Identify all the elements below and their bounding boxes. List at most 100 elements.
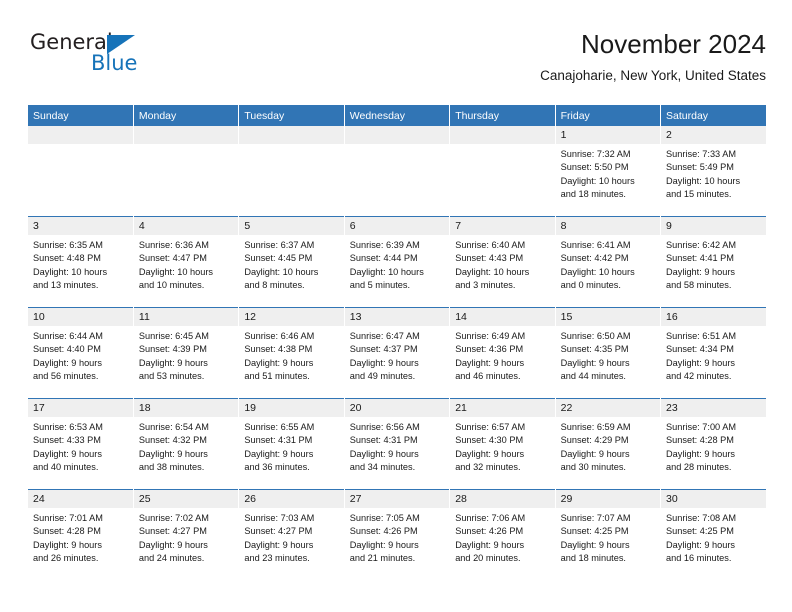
sunrise-text: Sunrise: 6:47 AM — [349, 331, 420, 341]
sunrise-text: Sunrise: 7:05 AM — [349, 513, 420, 523]
daylight-text-line1: Daylight: 9 hours — [666, 539, 735, 550]
month-calendar-table: Sunday Monday Tuesday Wednesday Thursday Frid… — [28, 105, 766, 580]
day-number: 17 — [28, 399, 133, 417]
daylight-text-line1: Daylight: 9 hours — [33, 539, 102, 550]
daylight-text-line2: and 3 minutes. — [455, 280, 516, 291]
day-number: 29 — [555, 490, 661, 508]
sunset-text: Sunset: 4:31 PM — [349, 435, 418, 446]
day-details: Sunrise: 6:35 AM Sunset: 4:48 PM Daylight:… — [28, 235, 133, 293]
daylight-text-line2: and 23 minutes. — [244, 553, 310, 564]
sunrise-text: Sunrise: 6:50 AM — [560, 331, 631, 341]
day-details: Sunrise: 6:45 AM Sunset: 4:39 PM Daylight:… — [134, 326, 238, 384]
calendar-day-cell[interactable]: 3 Sunrise: 6:35 AM Sunset: 4:48 PM Daylight… — [28, 216, 134, 308]
day-details: Sunrise: 6:50 AM Sunset: 4:35 PM Daylight:… — [556, 326, 660, 384]
calendar-day-cell[interactable]: 7 Sunrise: 6:40 AM Sunset: 4:43 PM Daylight… — [449, 216, 556, 308]
sunset-text: Sunset: 4:26 PM — [349, 526, 418, 537]
day-number — [133, 126, 239, 144]
day-details: Sunrise: 6:46 AM Sunset: 4:38 PM Daylight:… — [239, 326, 343, 384]
day-details: Sunrise: 7:02 AM Sunset: 4:27 PM Daylight:… — [134, 508, 238, 566]
day-number: 24 — [28, 490, 133, 508]
sunrise-text: Sunrise: 6:45 AM — [138, 331, 209, 341]
sunset-text: Sunset: 4:29 PM — [560, 435, 629, 446]
calendar-day-cell[interactable]: 26 Sunrise: 7:03 AM Sunset: 4:27 PM Dayligh… — [238, 489, 345, 580]
sunset-text: Sunset: 4:41 PM — [666, 253, 734, 264]
day-details: Sunrise: 6:55 AM Sunset: 4:31 PM Daylight:… — [239, 417, 343, 475]
calendar-day-cell[interactable]: 18 Sunrise: 6:54 AM Sunset: 4:32 PM Dayligh… — [133, 398, 240, 490]
sunrise-text: Sunrise: 6:41 AM — [560, 240, 631, 250]
calendar-day-cell[interactable]: 13 Sunrise: 6:47 AM Sunset: 4:37 PM Dayligh… — [344, 307, 451, 399]
calendar-week-row: 17 Sunrise: 6:53 AM Sunset: 4:33 PM Dayligh… — [28, 398, 766, 490]
calendar-day-cell[interactable]: 16 Sunrise: 6:51 AM Sunset: 4:34 PM Dayligh… — [660, 307, 766, 399]
day-details: Sunrise: 6:57 AM Sunset: 4:30 PM Daylight:… — [450, 417, 554, 475]
daylight-text-line1: Daylight: 9 hours — [138, 539, 208, 550]
weekday-header-sunday: Sunday — [28, 105, 134, 126]
calendar-day-cell[interactable]: 4 Sunrise: 6:36 AM Sunset: 4:47 PM Daylight… — [133, 216, 240, 308]
sunset-text: Sunset: 4:32 PM — [138, 435, 207, 446]
calendar-day-cell[interactable]: 23 Sunrise: 7:00 AM Sunset: 4:28 PM Dayligh… — [660, 398, 766, 490]
sunset-text: Sunset: 4:31 PM — [244, 435, 313, 446]
daylight-text-line2: and 16 minutes. — [666, 553, 732, 564]
calendar-day-cell[interactable]: 15 Sunrise: 6:50 AM Sunset: 4:35 PM Dayligh… — [555, 307, 662, 399]
calendar-day-cell[interactable]: 27 Sunrise: 7:05 AM Sunset: 4:26 PM Dayligh… — [344, 489, 451, 580]
sunrise-text: Sunrise: 7:08 AM — [666, 513, 736, 523]
day-number: 4 — [133, 217, 239, 235]
day-number: 25 — [133, 490, 239, 508]
calendar-day-cell[interactable]: 6 Sunrise: 6:39 AM Sunset: 4:44 PM Daylight… — [344, 216, 451, 308]
daylight-text-line2: and 46 minutes. — [455, 371, 521, 382]
daylight-text-line2: and 32 minutes. — [455, 462, 521, 473]
calendar-week-row: 24 Sunrise: 7:01 AM Sunset: 4:28 PM Dayligh… — [28, 489, 766, 580]
calendar-day-cell[interactable]: 29 Sunrise: 7:07 AM Sunset: 4:25 PM Dayligh… — [555, 489, 662, 580]
daylight-text-line1: Daylight: 9 hours — [560, 448, 630, 459]
daylight-text-line1: Daylight: 9 hours — [560, 357, 630, 368]
day-number: 30 — [661, 490, 766, 508]
sunset-text: Sunset: 4:28 PM — [33, 526, 101, 537]
calendar-day-cell[interactable]: 24 Sunrise: 7:01 AM Sunset: 4:28 PM Dayligh… — [28, 489, 134, 580]
calendar-day-cell[interactable]: 20 Sunrise: 6:56 AM Sunset: 4:31 PM Dayligh… — [344, 398, 451, 490]
daylight-text-line1: Daylight: 9 hours — [349, 448, 419, 459]
weekday-header-tuesday: Tuesday — [238, 105, 345, 126]
day-number — [239, 126, 344, 144]
daylight-text-line2: and 28 minutes. — [666, 462, 732, 473]
day-number: 15 — [555, 308, 661, 326]
daylight-text-line1: Daylight: 9 hours — [455, 539, 525, 550]
daylight-text-line2: and 5 minutes. — [349, 280, 411, 291]
daylight-text-line2: and 42 minutes. — [666, 371, 732, 382]
calendar-day-cell[interactable]: 5 Sunrise: 6:37 AM Sunset: 4:45 PM Daylight… — [238, 216, 345, 308]
daylight-text-line2: and 58 minutes. — [666, 280, 732, 291]
calendar-day-cell[interactable]: 28 Sunrise: 7:06 AM Sunset: 4:26 PM Dayligh… — [449, 489, 556, 580]
day-number: 9 — [661, 217, 766, 235]
calendar-day-cell[interactable]: 9 Sunrise: 6:42 AM Sunset: 4:41 PM Daylight… — [660, 216, 766, 308]
sunrise-text: Sunrise: 7:32 AM — [560, 149, 631, 159]
daylight-text-line1: Daylight: 9 hours — [455, 448, 525, 459]
calendar-day-cell[interactable]: 17 Sunrise: 6:53 AM Sunset: 4:33 PM Dayligh… — [28, 398, 134, 490]
sunrise-text: Sunrise: 7:07 AM — [560, 513, 631, 523]
calendar-day-cell[interactable]: 19 Sunrise: 6:55 AM Sunset: 4:31 PM Dayligh… — [238, 398, 345, 490]
daylight-text-line1: Daylight: 10 hours — [666, 175, 741, 186]
day-details: Sunrise: 6:56 AM Sunset: 4:31 PM Daylight:… — [345, 417, 449, 475]
calendar-day-cell[interactable]: 10 Sunrise: 6:44 AM Sunset: 4:40 PM Dayligh… — [28, 307, 134, 399]
sunrise-text: Sunrise: 6:46 AM — [244, 331, 315, 341]
sunrise-text: Sunrise: 7:03 AM — [244, 513, 315, 523]
day-number: 26 — [239, 490, 344, 508]
calendar-day-cell[interactable]: 8 Sunrise: 6:41 AM Sunset: 4:42 PM Daylight… — [555, 216, 662, 308]
daylight-text-line1: Daylight: 9 hours — [666, 266, 735, 277]
calendar-day-cell[interactable]: 11 Sunrise: 6:45 AM Sunset: 4:39 PM Dayligh… — [133, 307, 240, 399]
calendar-day-cell[interactable]: 21 Sunrise: 6:57 AM Sunset: 4:30 PM Dayligh… — [449, 398, 556, 490]
calendar-day-cell[interactable]: 2 Sunrise: 7:33 AM Sunset: 5:49 PM Daylight… — [660, 126, 766, 217]
day-details: Sunrise: 6:42 AM Sunset: 4:41 PM Daylight:… — [661, 235, 766, 293]
calendar-day-cell[interactable]: 22 Sunrise: 6:59 AM Sunset: 4:29 PM Dayligh… — [555, 398, 662, 490]
sunrise-text: Sunrise: 7:06 AM — [455, 513, 526, 523]
day-number: 8 — [555, 217, 661, 235]
day-number: 19 — [239, 399, 344, 417]
day-number: 20 — [344, 399, 450, 417]
day-details: Sunrise: 6:54 AM Sunset: 4:32 PM Daylight:… — [134, 417, 238, 475]
calendar-day-cell[interactable]: 25 Sunrise: 7:02 AM Sunset: 4:27 PM Dayligh… — [133, 489, 240, 580]
calendar-body: 1 Sunrise: 7:32 AM Sunset: 5:50 PM Daylight… — [28, 126, 766, 580]
calendar-day-cell[interactable]: 1 Sunrise: 7:32 AM Sunset: 5:50 PM Daylight… — [555, 126, 662, 217]
calendar-day-cell[interactable]: 12 Sunrise: 6:46 AM Sunset: 4:38 PM Dayligh… — [238, 307, 345, 399]
calendar-day-cell[interactable]: 30 Sunrise: 7:08 AM Sunset: 4:25 PM Dayligh… — [660, 489, 766, 580]
day-details: Sunrise: 7:00 AM Sunset: 4:28 PM Daylight:… — [661, 417, 766, 475]
calendar-week-row: 10 Sunrise: 6:44 AM Sunset: 4:40 PM Dayligh… — [28, 307, 766, 399]
calendar-day-cell[interactable]: 14 Sunrise: 6:49 AM Sunset: 4:36 PM Dayligh… — [449, 307, 556, 399]
calendar-day-cell-empty — [133, 126, 240, 217]
